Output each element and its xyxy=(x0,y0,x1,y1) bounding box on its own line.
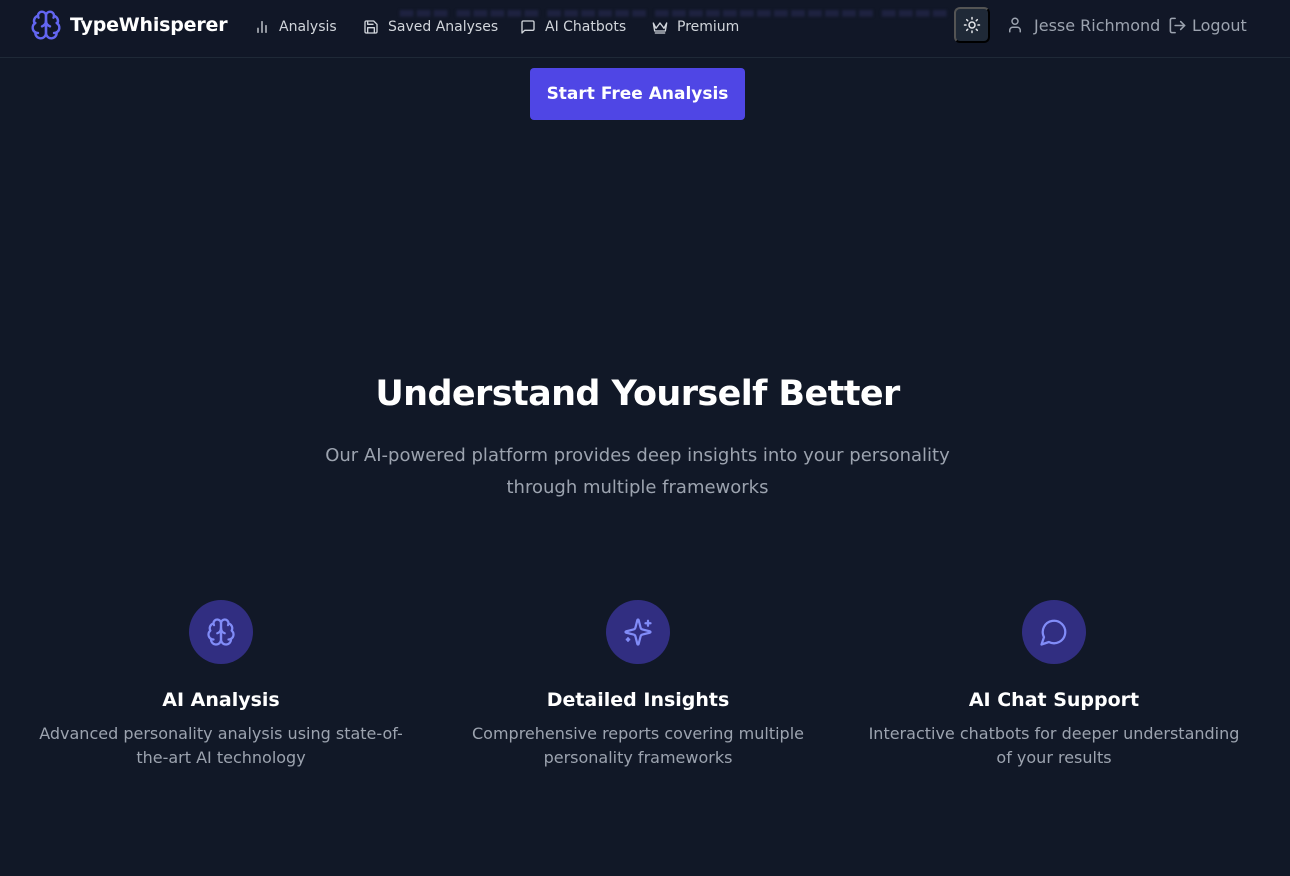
theme-toggle-button[interactable] xyxy=(954,7,990,43)
logout-label: Logout xyxy=(1192,15,1247,35)
nav-item-premium[interactable]: Premium xyxy=(652,16,739,38)
feature-icon-badge xyxy=(606,600,670,664)
bar-chart-icon xyxy=(254,19,279,35)
save-icon xyxy=(363,19,388,35)
brand-logo-link[interactable]: TypeWhisperer xyxy=(30,9,228,41)
brand-name: TypeWhisperer xyxy=(70,14,228,36)
message-circle-icon xyxy=(1039,617,1069,647)
feature-title: AI Chat Support xyxy=(968,689,1140,711)
logout-icon xyxy=(1168,16,1192,35)
feature-card-ai-chat-support: AI Chat Support Interactive chatbots for… xyxy=(864,600,1244,770)
feature-title: AI Analysis xyxy=(162,689,280,711)
logout-button[interactable]: Logout xyxy=(1168,14,1247,36)
nav-item-ai-chatbots[interactable]: AI Chatbots xyxy=(520,16,626,38)
section-description: Our AI-powered platform provides deep in… xyxy=(325,445,950,498)
sun-icon xyxy=(963,16,981,34)
feature-title: Detailed Insights xyxy=(546,689,730,711)
nav-item-analysis[interactable]: Analysis xyxy=(254,16,337,38)
feature-icon-badge xyxy=(1022,600,1086,664)
nav-item-label: Premium xyxy=(677,19,740,35)
user-icon xyxy=(1006,16,1034,34)
nav-item-label: Analysis xyxy=(279,19,337,35)
feature-description: Comprehensive reports covering multiple … xyxy=(471,724,804,767)
brain-icon xyxy=(206,617,236,647)
section-title: Understand Yourself Better xyxy=(375,374,900,414)
user-profile-link[interactable]: Jesse Richmond xyxy=(1006,14,1160,36)
message-square-icon xyxy=(520,19,545,35)
nav-item-saved-analyses[interactable]: Saved Analyses xyxy=(363,16,498,38)
sparkles-icon xyxy=(623,617,653,647)
top-navbar: ▬▬▬ ▬▬▬▬▬ ▬▬▬▬▬▬ ▬▬▬▬▬▬▬▬▬▬▬▬▬ ▬▬▬▬ Type… xyxy=(0,0,1290,58)
feature-card-detailed-insights: Detailed Insights Comprehensive reports … xyxy=(448,600,828,770)
nav-item-label: Saved Analyses xyxy=(388,19,499,35)
feature-description: Interactive chatbots for deeper understa… xyxy=(868,724,1240,767)
brain-icon xyxy=(30,9,62,41)
crown-icon xyxy=(652,19,677,35)
user-name: Jesse Richmond xyxy=(1034,15,1161,35)
feature-icon-badge xyxy=(189,600,253,664)
feature-card-ai-analysis: AI Analysis Advanced personality analysi… xyxy=(31,600,411,770)
feature-description: Advanced personality analysis using stat… xyxy=(39,724,403,767)
nav-item-label: AI Chatbots xyxy=(545,19,627,35)
start-free-analysis-button[interactable]: Start Free Analysis xyxy=(530,68,745,120)
